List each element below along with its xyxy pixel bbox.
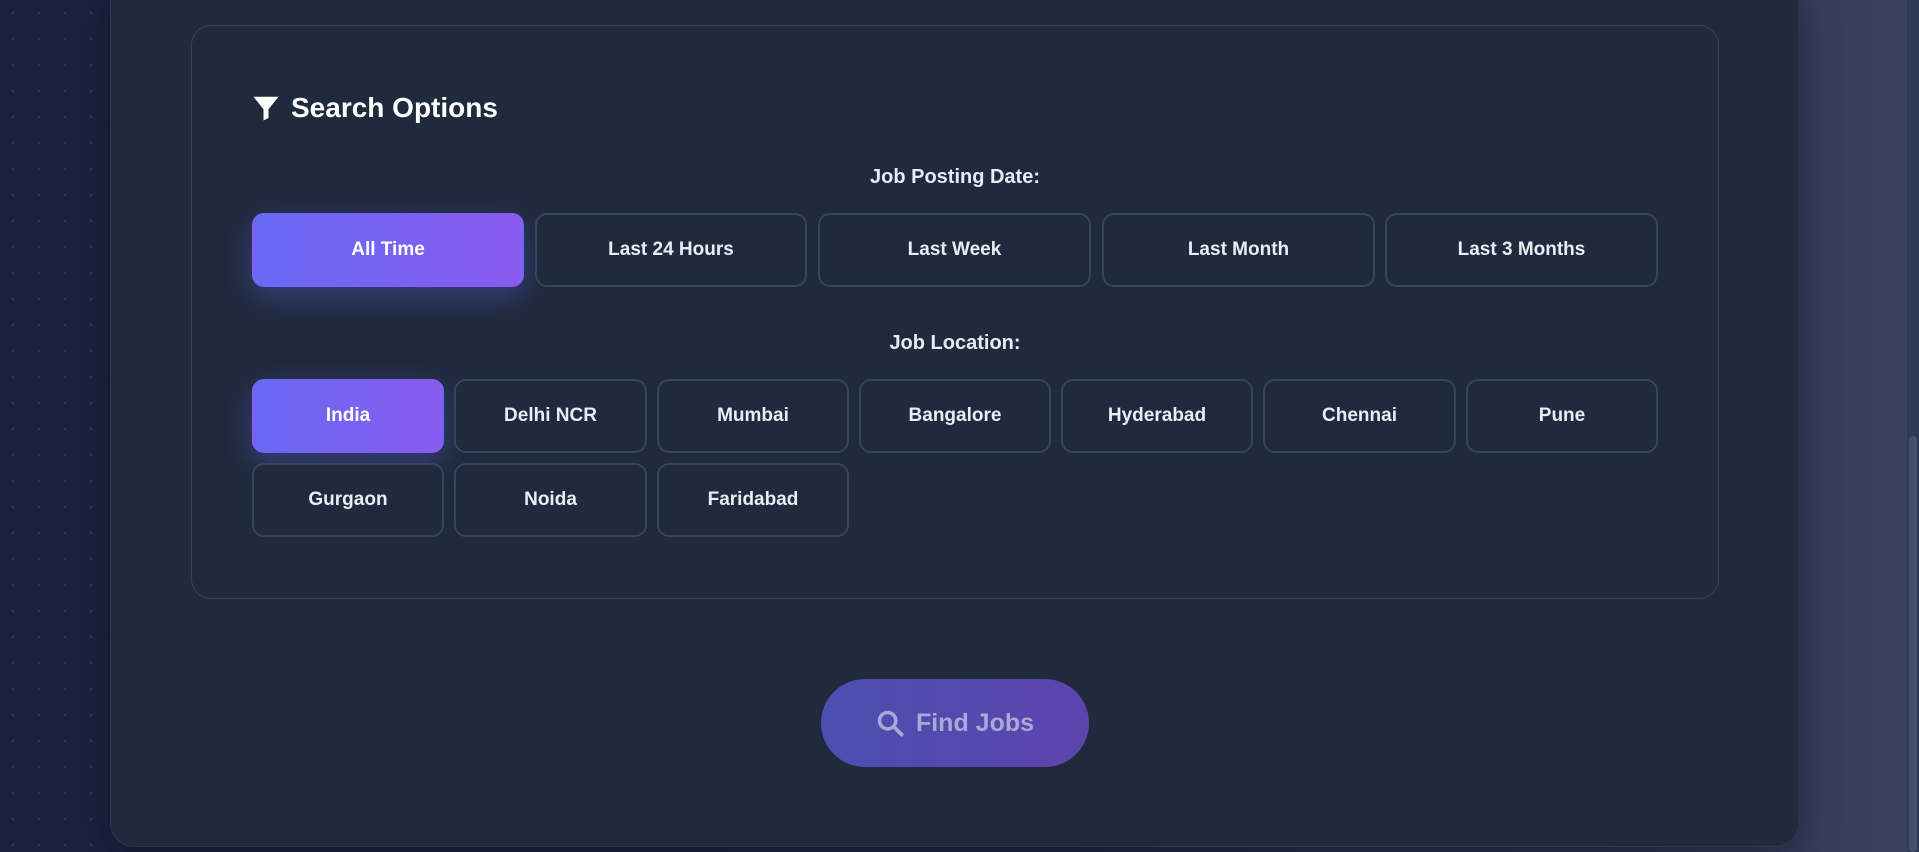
date-option-last-month[interactable]: Last Month [1102, 213, 1375, 287]
search-options-title: Search Options [291, 92, 498, 123]
location-option-bangalore[interactable]: Bangalore [859, 379, 1051, 453]
location-option-chennai[interactable]: Chennai [1263, 379, 1456, 453]
find-jobs-label: Find Jobs [915, 708, 1035, 737]
posting-date-label: Job Posting Date: [869, 166, 1040, 188]
scrollbar-thumb[interactable] [1909, 436, 1917, 852]
location-option-faridabad[interactable]: Faridabad [657, 463, 849, 537]
date-option-last-week[interactable]: Last Week [818, 213, 1091, 287]
date-option-all-time[interactable]: All Time [252, 213, 524, 287]
location-option-mumbai[interactable]: Mumbai [657, 379, 849, 453]
location-option-delhi-ncr[interactable]: Delhi NCR [454, 379, 647, 453]
location-option-pune[interactable]: Pune [1466, 379, 1658, 453]
location-option-hyderabad[interactable]: Hyderabad [1061, 379, 1253, 453]
page-scrollbar[interactable] [1907, 0, 1919, 852]
location-option-india[interactable]: India [252, 379, 444, 453]
location-option-noida[interactable]: Noida [454, 463, 647, 537]
location-label: Job Location: [889, 332, 1021, 354]
location-option-gurgaon[interactable]: Gurgaon [252, 463, 444, 537]
search-icon [877, 710, 904, 737]
date-option-last-24-hours[interactable]: Last 24 Hours [535, 213, 807, 287]
date-option-last-3-months[interactable]: Last 3 Months [1385, 213, 1658, 287]
filter-icon [253, 96, 279, 121]
background-dots [0, 0, 110, 852]
find-jobs-button[interactable]: Find Jobs [821, 679, 1089, 767]
search-options-header: Search Options [251, 90, 498, 126]
